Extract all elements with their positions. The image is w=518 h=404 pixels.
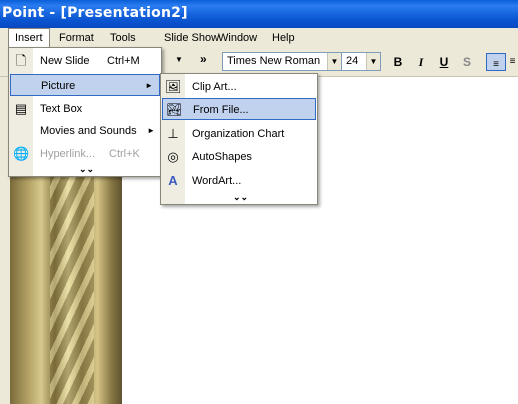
new-slide-icon: 🗋 — [15, 53, 27, 68]
menu-item-autoshapes[interactable]: ◎ AutoShapes — [161, 146, 317, 168]
underline-button[interactable]: U — [434, 53, 454, 71]
align-left-button[interactable]: ≡ — [486, 53, 506, 71]
align-left-icon: ≡ — [493, 59, 499, 70]
chevron-down-icon: ▼ — [366, 53, 380, 70]
menu-format[interactable]: Format — [53, 28, 100, 48]
autoshapes-icon: ◎ — [167, 149, 179, 164]
font-name-dropdown[interactable]: Times New Roman ▼ — [222, 52, 342, 71]
menu-tools[interactable]: Tools — [104, 28, 142, 48]
align-center-icon: ≡ — [509, 56, 516, 67]
menu-item-organization-chart[interactable]: ⊥ Organization Chart — [161, 123, 317, 145]
insert-menu: 🗋 New Slide Ctrl+M Picture ► ▤ Text Box … — [8, 47, 162, 177]
menu-item-clip-art[interactable]: 🖼 Clip Art... — [161, 76, 317, 98]
align-center-button[interactable]: ≡ — [507, 53, 518, 71]
wordart-icon: A — [168, 173, 178, 188]
menu-item-from-file[interactable]: 🏞 From File... — [162, 98, 316, 120]
menu-item-hyperlink[interactable]: 🌐 Hyperlink... Ctrl+K — [9, 143, 161, 165]
text-box-icon: ▤ — [14, 101, 28, 116]
shadow-button[interactable]: S — [457, 53, 477, 71]
org-chart-icon: ⊥ — [167, 126, 179, 141]
menu-item-new-slide[interactable]: 🗋 New Slide Ctrl+M — [9, 50, 161, 72]
toolbar-overflow-button[interactable]: » — [200, 52, 207, 66]
menu-item-text-box[interactable]: ▤ Text Box — [9, 98, 161, 120]
bold-button[interactable]: B — [388, 53, 408, 71]
window-title: Point - [Presentation2] — [2, 5, 188, 21]
font-size-dropdown[interactable]: 24 ▼ — [341, 52, 381, 71]
menu-window[interactable]: Window — [212, 28, 263, 48]
menu-item-wordart[interactable]: A WordArt... — [161, 170, 317, 192]
menu-help[interactable]: Help — [266, 28, 301, 48]
expand-menu-chevron-icon[interactable]: ⌄⌄ — [79, 163, 94, 175]
picture-submenu: 🖼 Clip Art... 🏞 From File... ⊥ Organizat… — [160, 73, 318, 205]
menu-item-movies-and-sounds[interactable]: Movies and Sounds ► — [9, 120, 161, 142]
clip-art-icon: 🖼 — [165, 79, 182, 94]
menu-insert[interactable]: Insert — [8, 28, 50, 49]
title-bar: Point - [Presentation2] — [0, 0, 518, 28]
from-file-icon: 🏞 — [166, 102, 183, 117]
italic-button[interactable]: I — [411, 53, 431, 71]
chevron-down-icon: ▼ — [175, 55, 183, 64]
chevron-down-icon: ▼ — [327, 53, 341, 70]
menu-bar: Insert Format Tools Slide Show Window He… — [0, 28, 518, 49]
hyperlink-icon: 🌐 — [13, 146, 30, 161]
toolbar-dropdown-arrow[interactable]: ▼ — [168, 52, 186, 71]
submenu-arrow-icon: ► — [145, 81, 153, 90]
submenu-arrow-icon: ► — [147, 126, 155, 135]
expand-submenu-chevron-icon[interactable]: ⌄⌄ — [233, 191, 248, 203]
menu-item-picture[interactable]: Picture ► — [10, 74, 160, 96]
